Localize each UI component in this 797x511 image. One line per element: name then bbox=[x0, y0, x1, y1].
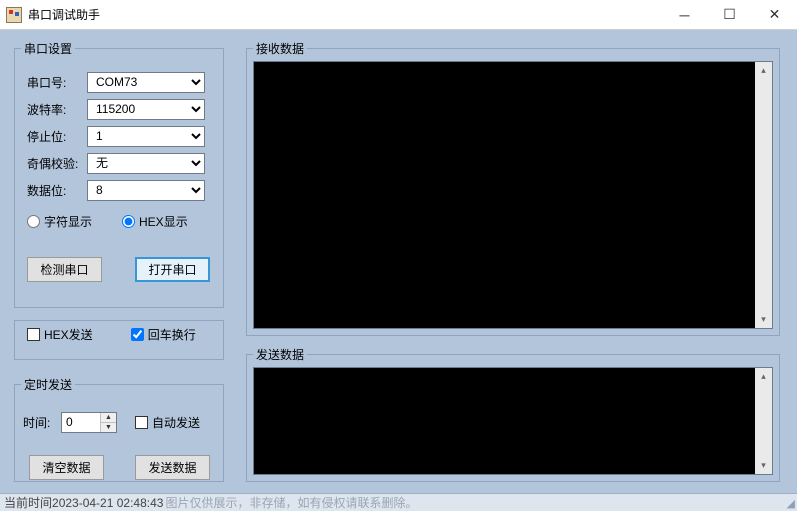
open-port-button-label: 打开串口 bbox=[148, 261, 196, 278]
baud-label: 波特率: bbox=[27, 101, 87, 118]
group-send-data-legend: 发送数据 bbox=[253, 346, 307, 363]
checkbox-crlf-input[interactable] bbox=[131, 328, 144, 341]
checkbox-crlf-label: 回车换行 bbox=[148, 326, 196, 343]
group-send-options: HEX发送 回车换行 bbox=[14, 320, 224, 360]
parity-label: 奇偶校验: bbox=[27, 155, 87, 172]
time-spin-down[interactable]: ▼ bbox=[101, 422, 116, 432]
checkbox-hex-send[interactable]: HEX发送 bbox=[27, 326, 93, 343]
checkbox-hex-send-input[interactable] bbox=[27, 328, 40, 341]
radio-hex-display-label: HEX显示 bbox=[139, 213, 188, 230]
databits-label: 数据位: bbox=[27, 182, 87, 199]
window-title: 串口调试助手 bbox=[28, 6, 100, 23]
receive-textbox[interactable]: ▴ ▾ bbox=[253, 61, 773, 329]
client-area: 串口设置 串口号: COM73 波特率: 115200 停止位: 1 奇偶校验:… bbox=[0, 30, 797, 493]
scroll-up-icon[interactable]: ▴ bbox=[755, 62, 772, 79]
scroll-track[interactable] bbox=[755, 79, 772, 311]
group-timer-send-legend: 定时发送 bbox=[21, 376, 75, 393]
time-spin-up[interactable]: ▲ bbox=[101, 413, 116, 422]
checkbox-hex-send-label: HEX发送 bbox=[44, 326, 93, 343]
stopbits-select[interactable]: 1 bbox=[87, 126, 205, 147]
databits-select[interactable]: 8 bbox=[87, 180, 205, 201]
detect-port-button[interactable]: 检测串口 bbox=[27, 257, 102, 282]
baud-select[interactable]: 115200 bbox=[87, 99, 205, 120]
time-input[interactable] bbox=[62, 413, 100, 432]
maximize-button[interactable]: ☐ bbox=[707, 0, 752, 29]
resize-grip-icon[interactable]: ◢ bbox=[787, 497, 795, 510]
scroll-down-icon[interactable]: ▾ bbox=[755, 457, 772, 474]
send-data-button-label: 发送数据 bbox=[148, 459, 196, 476]
group-port-settings: 串口设置 串口号: COM73 波特率: 115200 停止位: 1 奇偶校验:… bbox=[14, 40, 224, 308]
radio-char-display[interactable]: 字符显示 bbox=[27, 213, 92, 230]
group-receive-data: 接收数据 ▴ ▾ bbox=[246, 40, 780, 336]
send-scrollbar[interactable]: ▴ ▾ bbox=[755, 368, 772, 474]
scroll-up-icon[interactable]: ▴ bbox=[755, 368, 772, 385]
status-time-value: 2023-04-21 02:48:43 bbox=[52, 496, 163, 510]
port-label: 串口号: bbox=[27, 74, 87, 91]
time-label: 时间: bbox=[23, 414, 61, 431]
send-textbox[interactable]: ▴ ▾ bbox=[253, 367, 773, 475]
parity-select[interactable]: 无 bbox=[87, 153, 205, 174]
group-port-settings-legend: 串口设置 bbox=[21, 40, 75, 57]
checkbox-auto-send-input[interactable] bbox=[135, 416, 148, 429]
open-port-button[interactable]: 打开串口 bbox=[135, 257, 210, 282]
minimize-button[interactable]: ─ bbox=[662, 0, 707, 29]
radio-char-display-label: 字符显示 bbox=[44, 213, 92, 230]
scroll-track[interactable] bbox=[755, 385, 772, 457]
group-receive-data-legend: 接收数据 bbox=[253, 40, 307, 57]
status-time-label: 当前时间 bbox=[4, 494, 52, 511]
time-spinner[interactable]: ▲ ▼ bbox=[61, 412, 117, 433]
group-send-data: 发送数据 ▴ ▾ bbox=[246, 346, 780, 482]
send-data-button[interactable]: 发送数据 bbox=[135, 455, 210, 480]
stopbits-label: 停止位: bbox=[27, 128, 87, 145]
titlebar: 串口调试助手 ─ ☐ ✕ bbox=[0, 0, 797, 30]
checkbox-auto-send-label: 自动发送 bbox=[152, 414, 200, 431]
checkbox-crlf[interactable]: 回车换行 bbox=[131, 326, 196, 343]
receive-scrollbar[interactable]: ▴ ▾ bbox=[755, 62, 772, 328]
statusbar: 当前时间 2023-04-21 02:48:43 图片仅供展示，非存储，如有侵权… bbox=[0, 493, 797, 511]
clear-data-button-label: 清空数据 bbox=[42, 459, 90, 476]
watermark-text: 图片仅供展示，非存储，如有侵权请联系删除。 bbox=[165, 494, 417, 511]
group-timer-send: 定时发送 时间: ▲ ▼ 自动发送 清空数据 发送数据 bbox=[14, 376, 224, 482]
scroll-down-icon[interactable]: ▾ bbox=[755, 311, 772, 328]
radio-char-display-input[interactable] bbox=[27, 215, 40, 228]
app-icon bbox=[6, 7, 22, 23]
clear-data-button[interactable]: 清空数据 bbox=[29, 455, 104, 480]
radio-hex-display[interactable]: HEX显示 bbox=[122, 213, 188, 230]
checkbox-auto-send[interactable]: 自动发送 bbox=[135, 414, 200, 431]
close-button[interactable]: ✕ bbox=[752, 0, 797, 29]
radio-hex-display-input[interactable] bbox=[122, 215, 135, 228]
detect-port-button-label: 检测串口 bbox=[40, 261, 88, 278]
port-select[interactable]: COM73 bbox=[87, 72, 205, 93]
